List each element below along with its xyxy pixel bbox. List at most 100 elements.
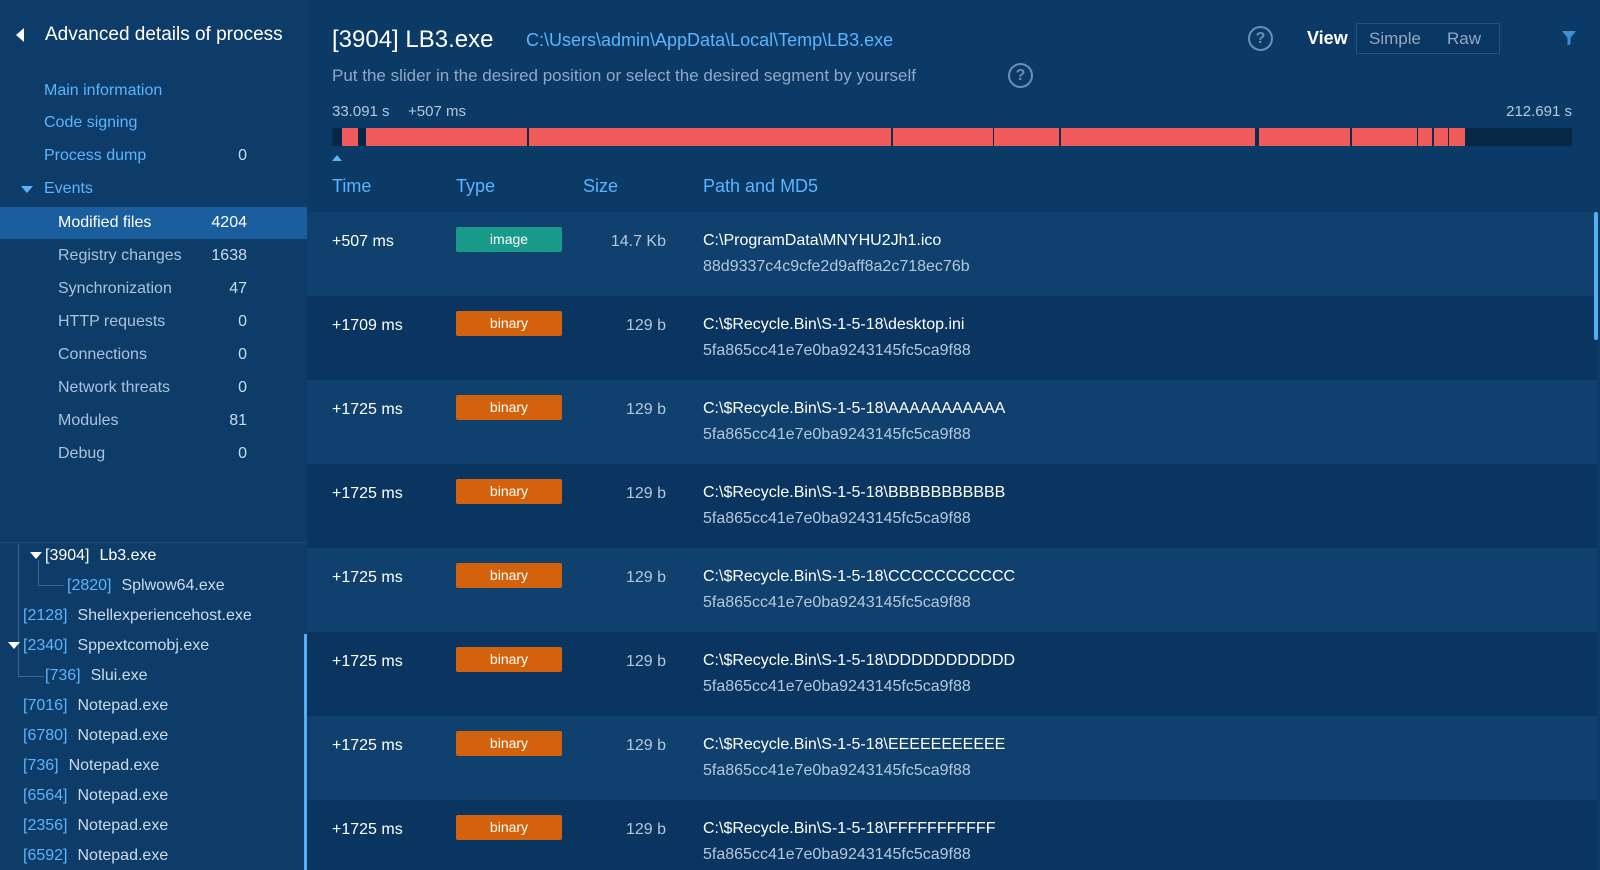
- view-label: View: [1307, 28, 1348, 48]
- timeline-segment[interactable]: [342, 128, 358, 146]
- nav-label: Connections: [58, 346, 147, 363]
- row-md5: 5fa865cc41e7e0ba9243145fc5ca9f88: [703, 342, 971, 359]
- timeline-tick: [1255, 128, 1259, 146]
- timeline-tick: [1432, 128, 1434, 146]
- tree-pid: [2820]: [67, 577, 112, 594]
- view-raw-button[interactable]: Raw: [1447, 29, 1481, 49]
- nav-synchronization[interactable]: Synchronization 47: [0, 273, 307, 305]
- nav-main-information[interactable]: Main information: [0, 75, 307, 107]
- tree-connector: [38, 560, 39, 586]
- tree-node[interactable]: [3904] Lb3.exe: [45, 541, 156, 571]
- column-size[interactable]: Size: [583, 176, 618, 197]
- nav-http-requests[interactable]: HTTP requests 0: [0, 306, 307, 338]
- timeline-slider[interactable]: [332, 128, 1572, 146]
- tree-node[interactable]: [2356] Notepad.exe: [23, 811, 168, 841]
- process-title: [3904] LB3.exe: [332, 26, 494, 53]
- timeline-end: 212.691 s: [1506, 103, 1572, 120]
- column-type[interactable]: Type: [456, 176, 495, 197]
- tree-pid: [6564]: [23, 787, 68, 804]
- nav-label: Modified files: [58, 214, 152, 231]
- nav-label: Events: [44, 180, 93, 197]
- timeline-segment[interactable]: [366, 128, 1465, 146]
- tree-name: Notepad.exe: [77, 727, 169, 744]
- nav-modules[interactable]: Modules 81: [0, 405, 307, 437]
- nav-events[interactable]: Events: [0, 173, 307, 205]
- caret-down-icon[interactable]: [8, 642, 20, 649]
- timeline-start: 33.091 s: [332, 103, 390, 120]
- tree-node[interactable]: [6564] Notepad.exe: [23, 781, 168, 811]
- nav-connections[interactable]: Connections 0: [0, 339, 307, 371]
- tree-name: Notepad.exe: [77, 847, 169, 864]
- tree-pid: [7016]: [23, 697, 68, 714]
- table-row[interactable]: +507 ms image 14.7 Kb C:\ProgramData\MNY…: [307, 212, 1597, 296]
- type-badge: binary: [456, 563, 562, 588]
- nav-count: 81: [229, 412, 247, 429]
- tree-node[interactable]: [6592] Notepad.exe: [23, 841, 168, 870]
- process-path-link[interactable]: C:\Users\admin\AppData\Local\Temp\LB3.ex…: [526, 30, 893, 51]
- nav-debug[interactable]: Debug 0: [0, 438, 307, 470]
- nav-modified-files[interactable]: Modified files 4204: [0, 207, 307, 239]
- row-md5: 5fa865cc41e7e0ba9243145fc5ca9f88: [703, 510, 971, 527]
- view-simple-button[interactable]: Simple: [1369, 29, 1421, 49]
- type-badge: binary: [456, 815, 562, 840]
- tree-pid: [6780]: [23, 727, 68, 744]
- tree-node[interactable]: [736] Notepad.exe: [23, 751, 159, 781]
- nav-count: 4204: [211, 214, 247, 231]
- filter-icon[interactable]: [1561, 30, 1577, 46]
- tree-name: Notepad.exe: [68, 757, 160, 774]
- tree-pid: [736]: [23, 757, 59, 774]
- tree-node[interactable]: [736] Slui.exe: [45, 661, 148, 691]
- nav-label: Code signing: [44, 114, 138, 131]
- tree-connector: [18, 676, 44, 677]
- nav-network-threats[interactable]: Network threats 0: [0, 372, 307, 404]
- type-badge: binary: [456, 395, 562, 420]
- row-time: +1725 ms: [332, 485, 403, 502]
- tree-name: Notepad.exe: [77, 817, 169, 834]
- table-row[interactable]: +1709 ms binary 129 b C:\$Recycle.Bin\S-…: [307, 296, 1597, 380]
- nav-code-signing[interactable]: Code signing: [0, 107, 307, 139]
- nav-count: 0: [238, 147, 247, 164]
- table-row[interactable]: +1725 ms binary 129 b C:\$Recycle.Bin\S-…: [307, 464, 1597, 548]
- tree-node[interactable]: [7016] Notepad.exe: [23, 691, 168, 721]
- tree-pid: [2340]: [23, 637, 68, 654]
- tree-node[interactable]: [2340] Sppextcomobj.exe: [23, 631, 209, 661]
- tree-node[interactable]: [6780] Notepad.exe: [23, 721, 168, 751]
- row-path: C:\$Recycle.Bin\S-1-5-18\AAAAAAAAAAA: [703, 400, 1006, 417]
- caret-down-icon[interactable]: [21, 186, 33, 193]
- tree-node[interactable]: [2128] Shellexperiencehost.exe: [23, 601, 252, 631]
- tree-name: Slui.exe: [90, 667, 148, 684]
- row-size: 129 b: [625, 401, 666, 418]
- tree-name: Lb3.exe: [99, 547, 157, 564]
- tree-connector: [18, 544, 19, 672]
- column-time[interactable]: Time: [332, 176, 371, 197]
- table-scrollbar[interactable]: [1594, 212, 1598, 340]
- table-row[interactable]: +1725 ms binary 129 b C:\$Recycle.Bin\S-…: [307, 632, 1597, 716]
- tree-pid: [2356]: [23, 817, 68, 834]
- row-time: +1725 ms: [332, 821, 403, 838]
- row-size: 129 b: [625, 737, 666, 754]
- nav-label: Registry changes: [58, 247, 182, 264]
- tree-pid: [2128]: [23, 607, 68, 624]
- timeline-marker[interactable]: [332, 155, 342, 161]
- table-row[interactable]: +1725 ms binary 129 b C:\$Recycle.Bin\S-…: [307, 548, 1597, 632]
- tree-node[interactable]: [2820] Splwow64.exe: [67, 571, 225, 601]
- sidebar-header[interactable]: Advanced details of process: [0, 16, 307, 56]
- help-icon[interactable]: ?: [1008, 63, 1033, 88]
- nav-count: 0: [238, 346, 247, 363]
- view-toggle[interactable]: Simple Raw: [1356, 23, 1500, 54]
- back-arrow-icon[interactable]: [16, 28, 24, 42]
- column-path[interactable]: Path and MD5: [703, 176, 818, 197]
- row-time: +1709 ms: [332, 317, 403, 334]
- table-header: Time Type Size Path and MD5: [307, 168, 1600, 212]
- tree-pid: [736]: [45, 667, 81, 684]
- table-row[interactable]: +1725 ms binary 129 b C:\$Recycle.Bin\S-…: [307, 380, 1597, 464]
- nav-process-dump[interactable]: Process dump 0: [0, 140, 307, 172]
- tree-pid: [6592]: [23, 847, 68, 864]
- row-size: 129 b: [625, 821, 666, 838]
- table-row[interactable]: +1725 ms binary 129 b C:\$Recycle.Bin\S-…: [307, 800, 1597, 870]
- nav-registry-changes[interactable]: Registry changes 1638: [0, 240, 307, 272]
- table-row[interactable]: +1725 ms binary 129 b C:\$Recycle.Bin\S-…: [307, 716, 1597, 800]
- timeline-tick: [891, 128, 893, 146]
- caret-down-icon[interactable]: [30, 552, 42, 559]
- help-icon[interactable]: ?: [1248, 26, 1273, 51]
